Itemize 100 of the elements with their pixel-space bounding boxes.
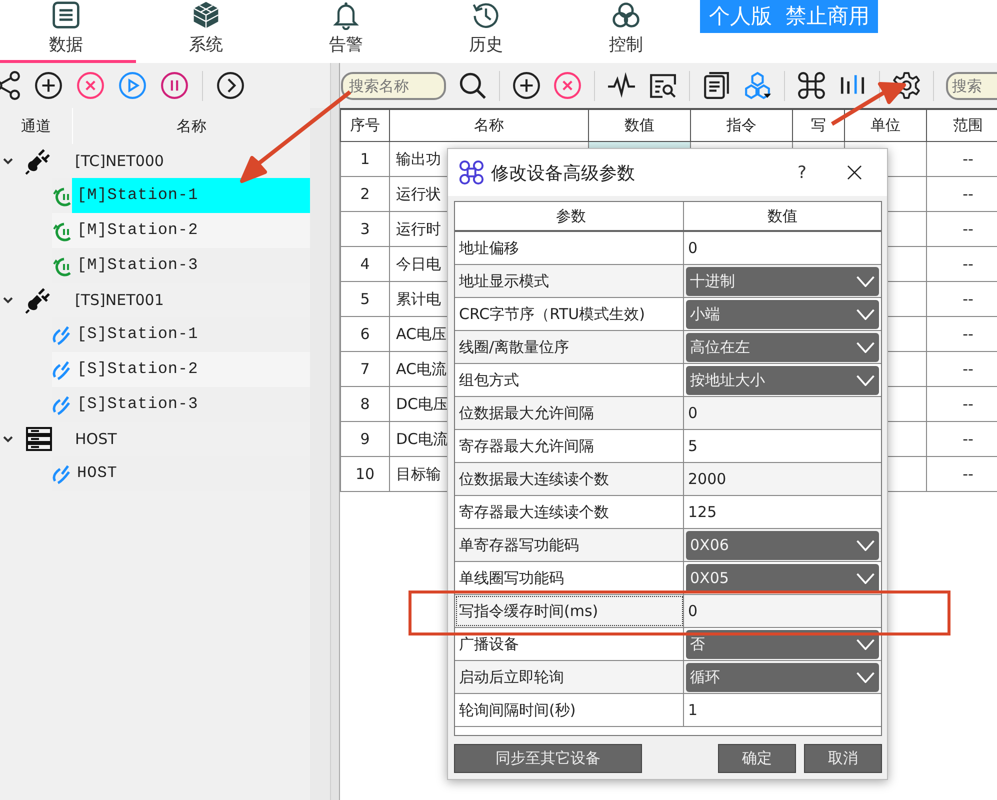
value-field[interactable]: 0 <box>686 602 698 620</box>
column-header: 指令 <box>690 109 792 142</box>
knot-icon <box>610 0 642 30</box>
dropdown[interactable]: 0X06 <box>686 530 879 560</box>
table-cell: 运行状 <box>396 184 441 202</box>
tree-item[interactable]: [TS]NET001 <box>75 291 164 309</box>
document-icon[interactable] <box>702 71 731 100</box>
parameter-label[interactable]: 单线圈写功能码 <box>455 562 684 594</box>
parameter-label[interactable]: 轮询间隔时间(秒) <box>455 694 684 726</box>
share-icon[interactable] <box>0 71 21 100</box>
scrollbar[interactable] <box>310 108 330 800</box>
link-icon <box>52 462 72 484</box>
next-icon[interactable] <box>216 71 245 100</box>
table-cell: 3 <box>340 212 390 246</box>
dropdown[interactable]: 否 <box>686 630 879 658</box>
tree-item[interactable]: [M]Station-3 <box>72 248 310 283</box>
search-field[interactable]: 搜索名称 <box>341 72 446 100</box>
table-cell: AC电压 <box>396 324 446 342</box>
add-icon[interactable] <box>512 71 541 100</box>
dropdown[interactable]: 十进制 <box>686 266 879 296</box>
parameter-label[interactable]: 寄存器最大连续读个数 <box>455 496 684 528</box>
dropdown[interactable]: 高位在左 <box>686 332 879 362</box>
link-icon <box>52 324 72 346</box>
list-icon <box>50 0 82 30</box>
add-icon[interactable] <box>34 71 63 100</box>
value-field[interactable]: 0 <box>686 404 698 422</box>
dropdown[interactable]: 循环 <box>686 662 879 692</box>
table-cell: 目标输 <box>396 464 441 482</box>
table-cell: DC电流 <box>396 430 448 448</box>
nav-tab[interactable]: 历史 <box>416 0 556 63</box>
clover-icon[interactable] <box>797 71 826 100</box>
chevron-icon <box>856 276 875 286</box>
close-icon[interactable] <box>847 165 862 180</box>
document-search-icon[interactable] <box>648 71 677 100</box>
column-header: 名称 <box>390 109 588 142</box>
column-header: 数值 <box>766 206 798 226</box>
tree-item[interactable]: [S]Station-1 <box>72 317 310 352</box>
parameter-label[interactable]: 广播设备 <box>455 628 684 660</box>
chevron-icon <box>856 572 875 584</box>
nav-tab[interactable]: 系统 <box>136 0 276 63</box>
parameter-label[interactable]: 位数据最大允许间隔 <box>455 397 684 429</box>
play-icon[interactable] <box>118 71 147 100</box>
value-field[interactable]: 0 <box>686 239 698 257</box>
tree-item[interactable]: [TC]NET000 <box>75 152 164 170</box>
parameter-label[interactable]: 位数据最大连续读个数 <box>455 463 684 495</box>
table-cell: 5 <box>340 282 390 316</box>
parameter-label[interactable]: 单寄存器写功能码 <box>455 529 684 561</box>
value-field[interactable]: 2000 <box>686 470 726 488</box>
table-cell: 6 <box>340 316 390 352</box>
parameter-label[interactable]: 地址偏移 <box>455 232 684 264</box>
value-field[interactable]: 125 <box>686 503 717 521</box>
tree-item[interactable]: HOST <box>72 456 310 491</box>
value-field[interactable]: 1 <box>686 701 698 719</box>
column-header: 参数 <box>455 202 684 230</box>
parameter-label[interactable]: CRC字节序（RTU模式生效) <box>455 298 684 330</box>
plug-icon <box>25 147 53 175</box>
ok-button[interactable]: 确定 <box>718 744 796 773</box>
chevron-icon <box>856 672 875 682</box>
chevron-icon <box>856 540 875 550</box>
column-header: 序号 <box>340 109 390 142</box>
server-icon <box>25 425 53 453</box>
table-cell: 4 <box>340 246 390 282</box>
parameter-label[interactable]: 地址显示模式 <box>455 265 684 297</box>
table-cell: 1 <box>340 142 390 176</box>
nav-tab[interactable]: 控制 <box>556 0 696 63</box>
tree-item[interactable]: HOST <box>75 430 117 448</box>
delete-icon[interactable] <box>76 71 105 100</box>
pause-icon[interactable] <box>160 71 189 100</box>
tree-item[interactable]: [M]Station-1 <box>72 178 310 213</box>
table-cell: 10 <box>340 456 390 492</box>
pulse-icon[interactable] <box>607 71 636 100</box>
dropdown[interactable]: 0X05 <box>686 564 879 592</box>
chevron-icon <box>856 308 875 320</box>
hexagons-icon[interactable] <box>743 71 772 100</box>
plug-icon <box>25 286 53 314</box>
search-icon[interactable] <box>458 71 487 100</box>
cancel-button[interactable]: 取消 <box>804 744 882 773</box>
dropdown[interactable]: 按地址大小 <box>686 366 879 394</box>
parameter-label[interactable]: 启动后立即轮询 <box>455 661 684 693</box>
sync-button[interactable]: 同步至其它设备 <box>454 744 642 773</box>
link-icon <box>52 358 72 380</box>
delete-icon[interactable] <box>553 71 582 100</box>
parameter-label[interactable]: 寄存器最大允许间隔 <box>455 430 684 462</box>
parameter-label[interactable]: 组包方式 <box>455 364 684 396</box>
column-header: 范围 <box>926 109 997 142</box>
table-cell: 9 <box>340 422 390 456</box>
search-field[interactable]: 搜索 <box>946 72 997 100</box>
help-button[interactable]: ? <box>787 162 817 182</box>
parameter-label[interactable]: 线圈/离散量位序 <box>455 331 684 363</box>
table-cell: AC电流 <box>396 360 446 378</box>
value-field[interactable]: 5 <box>686 437 698 455</box>
table-cell: 输出功 <box>396 150 441 168</box>
nav-tab[interactable]: 告警 <box>276 0 416 63</box>
chevron-icon <box>856 374 875 386</box>
tree-item[interactable]: [S]Station-3 <box>72 387 310 422</box>
table-cell: 运行时 <box>396 220 441 238</box>
table-cell: DC电压 <box>396 394 448 412</box>
parameter-label[interactable]: 写指令缓存时间(ms) <box>455 595 684 627</box>
chevron-icon <box>856 638 875 650</box>
dropdown[interactable]: 小端 <box>686 300 879 328</box>
